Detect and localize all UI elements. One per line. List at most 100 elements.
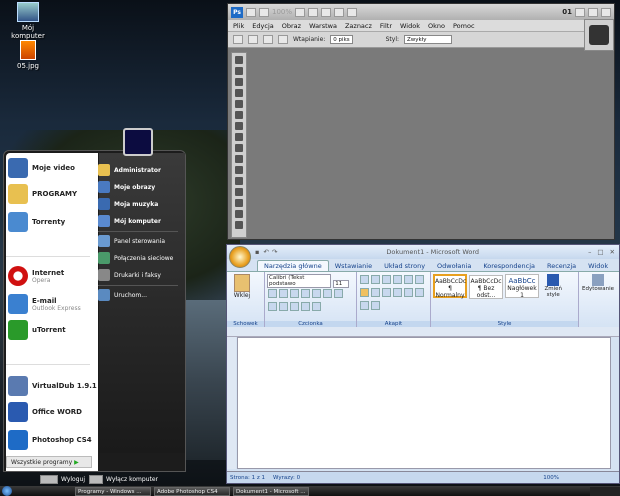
lasso-tool-icon[interactable] <box>235 78 243 86</box>
start-right-administrator[interactable]: Administrator <box>98 164 161 176</box>
start-item-virtualdub[interactable]: VirtualDub 1.9.1 <box>8 376 97 396</box>
healing-brush-icon[interactable] <box>235 122 243 130</box>
editing-button[interactable]: Edytowanie <box>581 274 615 292</box>
tab-insert[interactable]: Wstawianie <box>329 261 378 271</box>
style-select[interactable]: Zwykły <box>404 35 453 44</box>
align-left-button[interactable] <box>360 288 369 297</box>
history-brush-icon[interactable] <box>235 155 243 163</box>
show-marks-button[interactable] <box>415 288 424 297</box>
decrease-indent-button[interactable] <box>393 275 402 284</box>
start-item-torrenty[interactable]: Torrenty <box>8 212 65 232</box>
new-selection-icon[interactable] <box>248 35 258 44</box>
shading-button[interactable] <box>360 301 369 310</box>
status-words[interactable]: Wyrazy: 0 <box>273 475 300 481</box>
subscript-button[interactable] <box>312 289 321 298</box>
bullets-button[interactable] <box>360 275 369 284</box>
vertical-ruler[interactable] <box>227 337 236 469</box>
menu-plik[interactable]: Plik <box>233 22 244 30</box>
pen-tool-icon[interactable] <box>235 210 243 218</box>
paste-button[interactable]: Wklej <box>233 274 251 299</box>
start-item-programy[interactable]: PROGRAMY <box>8 184 77 204</box>
eraser-icon[interactable] <box>235 166 243 174</box>
gradient-tool-icon[interactable] <box>235 177 243 185</box>
start-item-videos[interactable]: Moje video <box>8 158 75 178</box>
all-programs-button[interactable]: Wszystkie programy ▶ <box>6 456 92 468</box>
line-spacing-button[interactable] <box>404 288 413 297</box>
type-tool-icon[interactable] <box>235 221 243 229</box>
collapsed-panel[interactable] <box>584 19 614 51</box>
mini-bridge-icon[interactable] <box>259 7 269 17</box>
style-heading-1[interactable]: AaBbCc Nagłówek 1 <box>505 274 539 299</box>
status-page[interactable]: Strona: 1 z 1 <box>230 475 265 481</box>
bridge-icon[interactable] <box>246 7 256 17</box>
shrink-font-button[interactable] <box>301 302 310 311</box>
grow-font-button[interactable] <box>290 302 299 311</box>
highlight-button[interactable] <box>268 302 277 311</box>
start-right-control-panel[interactable]: Panel sterowania <box>98 235 165 247</box>
numbering-button[interactable] <box>371 275 380 284</box>
redo-icon[interactable]: ↷ <box>272 248 277 256</box>
start-item-word[interactable]: Office WORD <box>8 402 82 422</box>
logoff-button[interactable]: Wyloguj <box>40 474 85 484</box>
align-center-button[interactable] <box>371 288 380 297</box>
tab-mailings[interactable]: Korespondencja <box>477 261 541 271</box>
document-page[interactable] <box>237 337 611 469</box>
subtract-selection-icon[interactable] <box>278 35 288 44</box>
taskbar-item-photoshop[interactable]: Adobe Photoshop CS4 <box>154 486 230 496</box>
sort-button[interactable] <box>415 275 424 284</box>
start-item-email[interactable]: E-mail Outlook Express <box>8 294 81 314</box>
zoom-level[interactable]: 100% <box>543 475 559 481</box>
justify-button[interactable] <box>393 288 402 297</box>
menu-filtr[interactable]: Filtr <box>380 22 392 30</box>
brush-tool-icon[interactable] <box>235 133 243 141</box>
menu-okno[interactable]: Okno <box>428 22 445 30</box>
tab-references[interactable]: Odwołania <box>431 261 477 271</box>
marquee-tool-icon[interactable] <box>233 35 243 44</box>
tab-review[interactable]: Recenzja <box>541 261 582 271</box>
style-normal[interactable]: AaBbCcDc ¶ Normalny <box>433 274 467 299</box>
start-item-internet[interactable]: Internet Opera <box>8 266 64 286</box>
add-selection-icon[interactable] <box>263 35 273 44</box>
arrange-icon[interactable] <box>347 7 358 17</box>
taskbar-item-word[interactable]: Dokument1 - Microsoft ... <box>233 486 309 496</box>
office-button[interactable] <box>229 246 251 268</box>
tab-page-layout[interactable]: Układ strony <box>378 261 431 271</box>
menu-edycja[interactable]: Edycja <box>252 22 273 30</box>
align-right-button[interactable] <box>382 288 391 297</box>
quick-selection-icon[interactable] <box>235 89 243 97</box>
menu-pomoc[interactable]: Pomoc <box>453 22 475 30</box>
start-right-music[interactable]: Moja muzyka <box>98 198 158 210</box>
taskbar-item-programy[interactable]: Programy - Windows ... <box>75 486 151 496</box>
tab-view[interactable]: Widok <box>582 261 614 271</box>
italic-button[interactable] <box>279 289 288 298</box>
grid-icon[interactable] <box>334 7 345 17</box>
workspace-number[interactable]: 01 <box>562 8 572 16</box>
strikethrough-button[interactable] <box>301 289 310 298</box>
start-item-photoshop[interactable]: Photoshop CS4 <box>8 430 92 450</box>
eyedropper-icon[interactable] <box>235 111 243 119</box>
close-button[interactable] <box>601 7 611 17</box>
start-right-pictures[interactable]: Moje obrazy <box>98 181 155 193</box>
hand-tool-icon[interactable] <box>295 7 306 17</box>
crop-tool-icon[interactable] <box>235 100 243 108</box>
rotate-view-icon[interactable] <box>321 7 332 17</box>
marquee-tool-icon[interactable] <box>235 67 243 75</box>
system-tray[interactable] <box>590 486 620 496</box>
dodge-tool-icon[interactable] <box>235 199 243 207</box>
clone-stamp-icon[interactable] <box>235 144 243 152</box>
superscript-button[interactable] <box>323 289 332 298</box>
move-tool-icon[interactable] <box>235 56 243 64</box>
menu-warstwa[interactable]: Warstwa <box>309 22 337 30</box>
horizontal-ruler[interactable] <box>227 327 619 337</box>
shutdown-button[interactable]: Wyłącz komputer <box>89 474 158 484</box>
clear-format-button[interactable] <box>312 302 321 311</box>
font-name-select[interactable]: Calibri (Tekst podstawo <box>267 274 331 288</box>
zoom-tool-icon[interactable] <box>308 7 319 17</box>
change-styles-button[interactable]: Zmień style <box>543 274 563 298</box>
tab-home[interactable]: Narzędzia główne <box>257 260 329 271</box>
menu-widok[interactable]: Widok <box>400 22 420 30</box>
increase-indent-button[interactable] <box>404 275 413 284</box>
start-right-network[interactable]: Połączenia sieciowe <box>98 252 173 264</box>
maximize-button[interactable] <box>588 7 598 17</box>
minimize-button[interactable]: – <box>588 248 591 256</box>
